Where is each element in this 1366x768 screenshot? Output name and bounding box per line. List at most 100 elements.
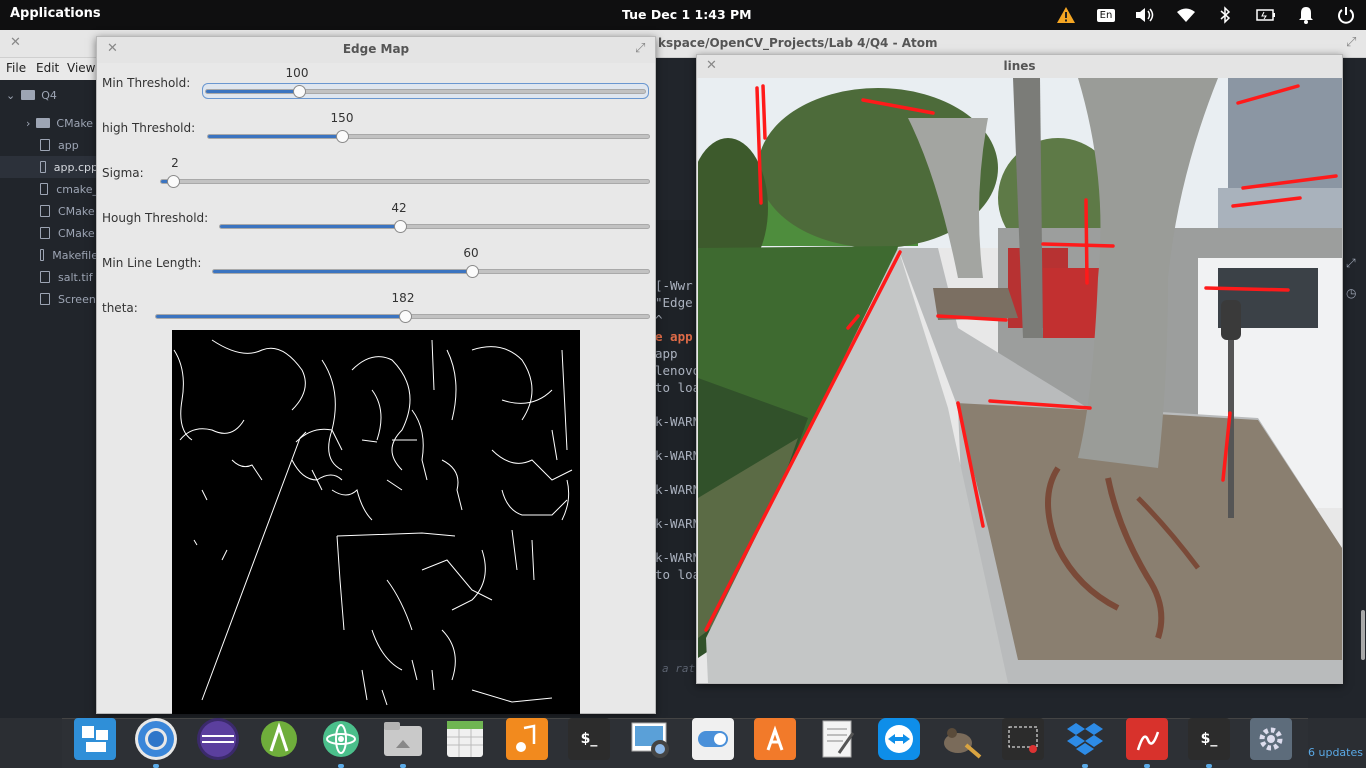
file-icon	[40, 271, 50, 283]
slider-fill	[156, 315, 404, 318]
menu-view[interactable]: View	[67, 61, 95, 75]
tree-item-selected[interactable]: app.cpp	[0, 156, 98, 178]
running-indicator	[338, 764, 344, 768]
pdf-reader-icon[interactable]	[1126, 718, 1168, 760]
edge-map-titlebar[interactable]: ✕ Edge Map ⤢	[97, 37, 655, 63]
workspace-switcher-icon[interactable]	[74, 718, 116, 760]
code-line: to loa	[655, 567, 701, 582]
image-file-icon	[40, 293, 50, 305]
volume-icon[interactable]	[1133, 4, 1157, 26]
edge-map-title: Edge Map	[342, 42, 410, 56]
system-settings-icon[interactable]	[1250, 718, 1292, 760]
files-icon[interactable]	[382, 718, 424, 760]
menu-edit[interactable]: Edit	[36, 61, 59, 75]
expand-icon[interactable]: ⤢	[1346, 256, 1356, 271]
keyboard-layout-icon[interactable]: En	[1094, 4, 1118, 26]
chevron-down-icon: ⌄	[6, 88, 16, 102]
notifications-icon[interactable]	[1294, 4, 1318, 26]
app-store-icon[interactable]	[754, 718, 796, 760]
tree-item-label: Screen	[58, 292, 96, 306]
history-icon[interactable]: ◷	[1346, 286, 1356, 300]
wifi-icon[interactable]	[1174, 4, 1198, 26]
scrollbar[interactable]	[1361, 610, 1365, 660]
running-indicator	[1206, 764, 1212, 768]
file-icon	[40, 205, 50, 217]
chevron-right-icon: ›	[26, 116, 31, 130]
maximize-icon[interactable]: ⤢	[635, 41, 645, 56]
warning-icon[interactable]	[1054, 4, 1078, 26]
slider-thumb[interactable]	[293, 85, 306, 98]
calendar-icon[interactable]	[444, 718, 486, 760]
photos-icon[interactable]	[630, 718, 672, 760]
terminal-output: [-Wwr "Edge ^ e app app lenovo to loa k-…	[655, 220, 700, 640]
gimp-icon[interactable]	[940, 718, 982, 760]
screenshot-icon[interactable]	[1002, 718, 1044, 760]
power-icon[interactable]	[1334, 4, 1358, 26]
lines-titlebar[interactable]: ✕ lines	[697, 55, 1342, 78]
dropbox-icon[interactable]	[1064, 718, 1106, 760]
clock[interactable]: Tue Dec 1 1:43 PM	[622, 7, 752, 22]
code-line: e app	[655, 329, 693, 344]
code-line: k-WARN	[655, 550, 701, 565]
high-threshold-slider[interactable]	[207, 130, 650, 143]
slider-thumb[interactable]	[466, 265, 479, 278]
min-line-length-slider[interactable]	[212, 265, 650, 278]
android-studio-icon[interactable]	[258, 718, 300, 760]
slider-thumb[interactable]	[394, 220, 407, 233]
code-line: k-WARN	[655, 448, 701, 463]
settings-toggle-icon[interactable]	[692, 718, 734, 760]
code-line: k-WARN	[655, 414, 701, 429]
slider-fill	[220, 225, 400, 228]
code-line: "Edge	[655, 295, 693, 310]
sigma-slider[interactable]	[160, 175, 650, 188]
close-icon[interactable]: ✕	[10, 35, 21, 50]
tree-item[interactable]: cmake_	[0, 178, 98, 200]
applications-menu[interactable]: Applications	[10, 6, 101, 21]
code-line: to loa	[655, 380, 701, 395]
edge-map-image	[172, 330, 580, 714]
tree-item[interactable]: CMake	[0, 222, 98, 244]
slider-thumb[interactable]	[167, 175, 180, 188]
chrome-icon[interactable]	[135, 718, 177, 760]
min-threshold-value: 100	[285, 66, 309, 80]
slider-thumb[interactable]	[336, 130, 349, 143]
slider-fill	[206, 90, 298, 93]
tree-item[interactable]: app	[0, 134, 98, 156]
music-icon[interactable]	[506, 718, 548, 760]
tree-item[interactable]: › CMake	[0, 112, 98, 134]
min-line-length-label: Min Line Length:	[102, 256, 202, 270]
theta-slider[interactable]	[155, 310, 650, 323]
maximize-icon[interactable]: ⤢	[1346, 35, 1356, 50]
tree-item-label: app	[58, 138, 79, 152]
hough-threshold-slider[interactable]	[219, 220, 650, 233]
folder-icon	[36, 118, 51, 128]
text-editor-icon[interactable]	[816, 718, 858, 760]
battery-icon[interactable]	[1254, 4, 1278, 26]
dock	[62, 718, 1308, 768]
atom-icon[interactable]	[320, 718, 362, 760]
min-threshold-slider[interactable]	[205, 85, 646, 98]
tree-item[interactable]: CMake	[0, 200, 98, 222]
running-indicator	[400, 764, 406, 768]
terminal-icon[interactable]: $_	[568, 718, 610, 760]
hough-threshold-value: 42	[391, 201, 407, 215]
slider-fill	[208, 135, 343, 138]
tree-root[interactable]: ⌄ Q4	[0, 84, 98, 106]
eclipse-icon[interactable]	[197, 718, 239, 760]
tree-item[interactable]: Screen	[0, 288, 98, 310]
tree-item[interactable]: salt.tif	[0, 266, 98, 288]
file-icon	[40, 139, 50, 151]
file-icon	[40, 183, 49, 195]
updates-indicator[interactable]: 6 updates	[1308, 746, 1363, 759]
teamviewer-icon[interactable]	[878, 718, 920, 760]
menu-file[interactable]: File	[6, 61, 26, 75]
code-line: k-WARN	[655, 482, 701, 497]
bluetooth-icon[interactable]	[1213, 4, 1237, 26]
terminal-2-icon[interactable]: $_	[1188, 718, 1230, 760]
code-line: lenovo	[655, 363, 701, 378]
tree-item[interactable]: Makefile	[0, 244, 98, 266]
lines-title: lines	[1003, 59, 1036, 73]
slider-thumb[interactable]	[399, 310, 412, 323]
project-tree: ⌄ Q4 › CMake app app.cpp cmake_ CMake CM…	[0, 80, 98, 718]
min-line-length-value: 60	[463, 246, 479, 260]
